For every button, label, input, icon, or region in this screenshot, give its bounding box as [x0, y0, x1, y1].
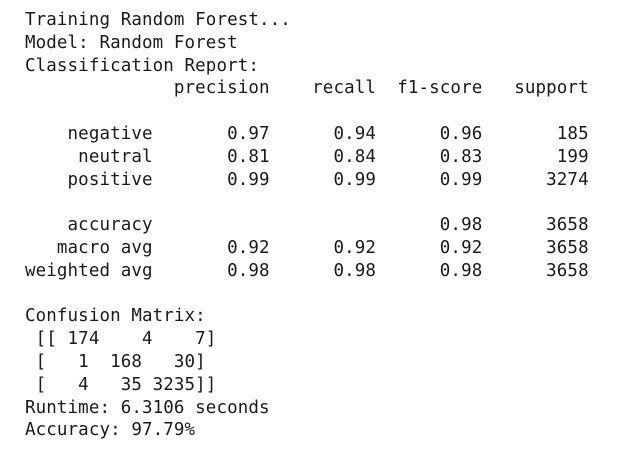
status-line: Training Random Forest... — [25, 10, 291, 30]
confusion-matrix-row: [ 4 35 3235]] — [25, 374, 217, 395]
report-row-neutral: neutral 0.81 0.84 0.83 199 — [25, 146, 589, 167]
report-row-positive: positive 0.99 0.99 0.99 3274 — [25, 169, 589, 190]
report-title: Classification Report: — [25, 55, 259, 76]
report-header: precision recall f1-score support — [25, 78, 589, 99]
confusion-matrix-row: [ 1 168 30] — [25, 351, 206, 372]
report-row-accuracy: accuracy 0.98 3658 — [25, 215, 589, 236]
confusion-matrix-title: Confusion Matrix: — [25, 306, 206, 327]
report-row-weighted-avg: weighted avg 0.98 0.98 0.98 3658 — [25, 260, 589, 281]
accuracy-line: Accuracy: 97.79% — [25, 420, 196, 441]
report-row-negative: negative 0.97 0.94 0.96 185 — [25, 123, 589, 144]
model-line: Model: Random Forest — [25, 32, 238, 53]
confusion-matrix-row: [[ 174 4 7] — [25, 329, 217, 350]
runtime-line: Runtime: 6.3106 seconds — [25, 397, 270, 418]
report-row-macro-avg: macro avg 0.92 0.92 0.92 3658 — [25, 237, 589, 258]
terminal-output: Training Random Forest... Model: Random F… — [25, 9, 589, 442]
